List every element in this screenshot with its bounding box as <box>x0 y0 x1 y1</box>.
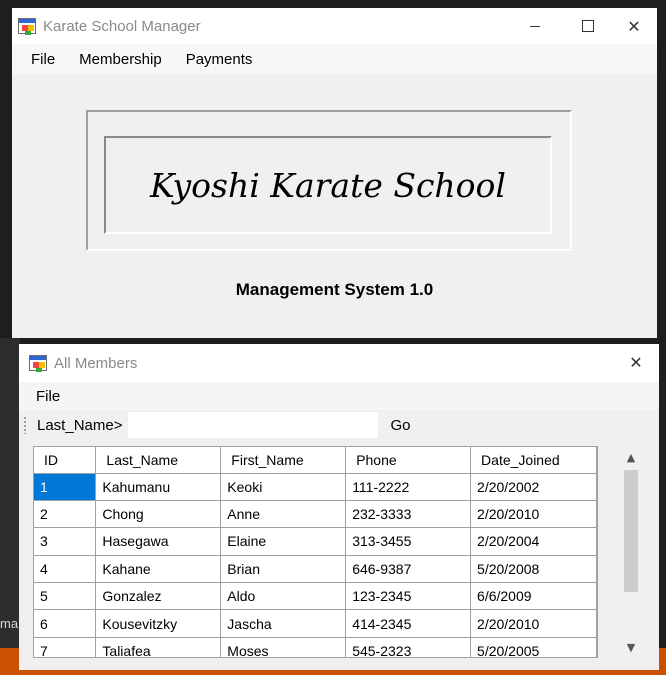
cell-date-joined[interactable]: 2/20/2004 <box>470 527 597 556</box>
last-name-search-input[interactable] <box>128 412 379 438</box>
maximize-button[interactable] <box>565 8 611 44</box>
main-titlebar[interactable]: Karate School Manager ✕ <box>12 8 657 44</box>
members-close-button[interactable]: ✕ <box>613 344 659 380</box>
school-name-banner: Kyoshi Karate School <box>150 165 506 205</box>
members-titlebar[interactable]: All Members ✕ <box>19 344 659 382</box>
cell-phone[interactable]: 414-2345 <box>345 609 472 638</box>
cell-date-joined[interactable]: 2/20/2010 <box>470 500 597 529</box>
banner-frame: Kyoshi Karate School <box>86 110 572 251</box>
close-icon: ✕ <box>629 352 643 372</box>
table-row[interactable]: 3 Hasegawa Elaine 313-3455 2/20/2004 <box>34 527 597 556</box>
table-row[interactable]: 4 Kahane Brian 646-9387 5/20/2008 <box>34 555 597 584</box>
last-name-label: Last_Name> <box>37 416 123 434</box>
app-icon[interactable] <box>18 18 36 34</box>
cell-phone[interactable]: 232-3333 <box>345 500 472 529</box>
chevron-down-icon[interactable]: ▼ <box>619 638 643 656</box>
menu-payments[interactable]: Payments <box>174 51 265 68</box>
cell-last-name[interactable]: Kousevitzky <box>95 609 222 638</box>
chevron-up-icon[interactable]: ▲ <box>619 448 643 466</box>
cell-first-name[interactable]: Keoki <box>220 473 347 501</box>
table-row[interactable]: 1 Kahumanu Keoki 111-2222 2/20/2002 <box>34 473 597 501</box>
cell-id[interactable]: 3 <box>34 527 97 556</box>
cell-id[interactable]: 2 <box>34 500 97 529</box>
system-version-label: Management System 1.0 <box>235 280 434 299</box>
table-row[interactable]: 7 Taliafea Moses 545-2323 5/20/2005 <box>34 637 597 657</box>
cell-id[interactable]: 1 <box>34 473 97 501</box>
members-grid[interactable]: ID Last_Name First_Name Phone Date_Joine… <box>33 446 598 658</box>
members-window-title: All Members <box>54 354 138 372</box>
vertical-scrollbar[interactable]: ▲ ▼ <box>619 446 643 658</box>
scroll-thumb[interactable] <box>624 470 638 592</box>
members-menu-file[interactable]: File <box>19 388 72 405</box>
cell-phone[interactable]: 313-3455 <box>345 527 472 556</box>
cell-first-name[interactable]: Elaine <box>220 527 347 556</box>
cell-id[interactable]: 5 <box>34 582 97 611</box>
cell-date-joined[interactable]: 2/20/2002 <box>470 473 597 501</box>
cell-date-joined[interactable]: 6/6/2009 <box>470 582 597 611</box>
menu-membership[interactable]: Membership <box>67 51 174 68</box>
cell-phone[interactable]: 123-2345 <box>345 582 472 611</box>
cell-first-name[interactable]: Brian <box>220 555 347 584</box>
cell-last-name[interactable]: Hasegawa <box>95 527 222 556</box>
cell-first-name[interactable]: Aldo <box>220 582 347 611</box>
menu-file[interactable]: File <box>12 51 67 68</box>
cell-last-name[interactable]: Gonzalez <box>95 582 222 611</box>
column-header-last-name[interactable]: Last_Name <box>95 447 222 474</box>
banner-inner-frame: Kyoshi Karate School <box>104 136 552 234</box>
cell-id[interactable]: 7 <box>34 637 97 657</box>
cell-last-name[interactable]: Kahane <box>95 555 222 584</box>
cell-first-name[interactable]: Jascha <box>220 609 347 638</box>
members-window: All Members ✕ File Last_Name> Go ID Last… <box>19 344 659 670</box>
search-toolbar: Last_Name> Go <box>19 410 659 440</box>
table-row[interactable]: 6 Kousevitzky Jascha 414-2345 2/20/2010 <box>34 609 597 638</box>
table-row[interactable]: 5 Gonzalez Aldo 123-2345 6/6/2009 <box>34 582 597 611</box>
app-icon[interactable] <box>29 355 47 371</box>
members-table: ID Last_Name First_Name Phone Date_Joine… <box>34 447 597 657</box>
cell-date-joined[interactable]: 5/20/2005 <box>470 637 597 657</box>
column-header-date-joined[interactable]: Date_Joined <box>470 447 597 474</box>
main-menubar: File Membership Payments <box>12 44 657 74</box>
cell-phone[interactable]: 545-2323 <box>345 637 472 657</box>
cell-id[interactable]: 6 <box>34 609 97 638</box>
cell-phone[interactable]: 646-9387 <box>345 555 472 584</box>
cell-phone[interactable]: 111-2222 <box>345 473 472 501</box>
table-row[interactable]: 2 Chong Anne 232-3333 2/20/2010 <box>34 500 597 529</box>
cell-date-joined[interactable]: 2/20/2010 <box>470 609 597 638</box>
ide-background <box>0 338 20 648</box>
toolbar-grip-icon[interactable] <box>23 416 27 434</box>
minimize-icon <box>530 25 540 27</box>
maximize-icon <box>582 20 594 32</box>
members-menubar: File <box>19 382 659 410</box>
ide-partial-text: ma <box>0 616 19 631</box>
cell-last-name[interactable]: Chong <box>95 500 222 529</box>
go-button[interactable]: Go <box>386 417 414 434</box>
column-header-id[interactable]: ID <box>34 447 97 474</box>
cell-id[interactable]: 4 <box>34 555 97 584</box>
main-window: Karate School Manager ✕ File Membership … <box>12 8 657 338</box>
close-icon: ✕ <box>627 16 641 36</box>
cell-last-name[interactable]: Taliafea <box>95 637 222 657</box>
column-header-phone[interactable]: Phone <box>345 447 472 474</box>
main-window-title: Karate School Manager <box>43 17 201 35</box>
cell-first-name[interactable]: Moses <box>220 637 347 657</box>
cell-first-name[interactable]: Anne <box>220 500 347 529</box>
header-row: ID Last_Name First_Name Phone Date_Joine… <box>34 447 597 474</box>
cell-date-joined[interactable]: 5/20/2008 <box>470 555 597 584</box>
close-button[interactable]: ✕ <box>611 8 657 44</box>
cell-last-name[interactable]: Kahumanu <box>95 473 222 501</box>
minimize-button[interactable] <box>505 8 565 44</box>
column-header-first-name[interactable]: First_Name <box>220 447 347 474</box>
